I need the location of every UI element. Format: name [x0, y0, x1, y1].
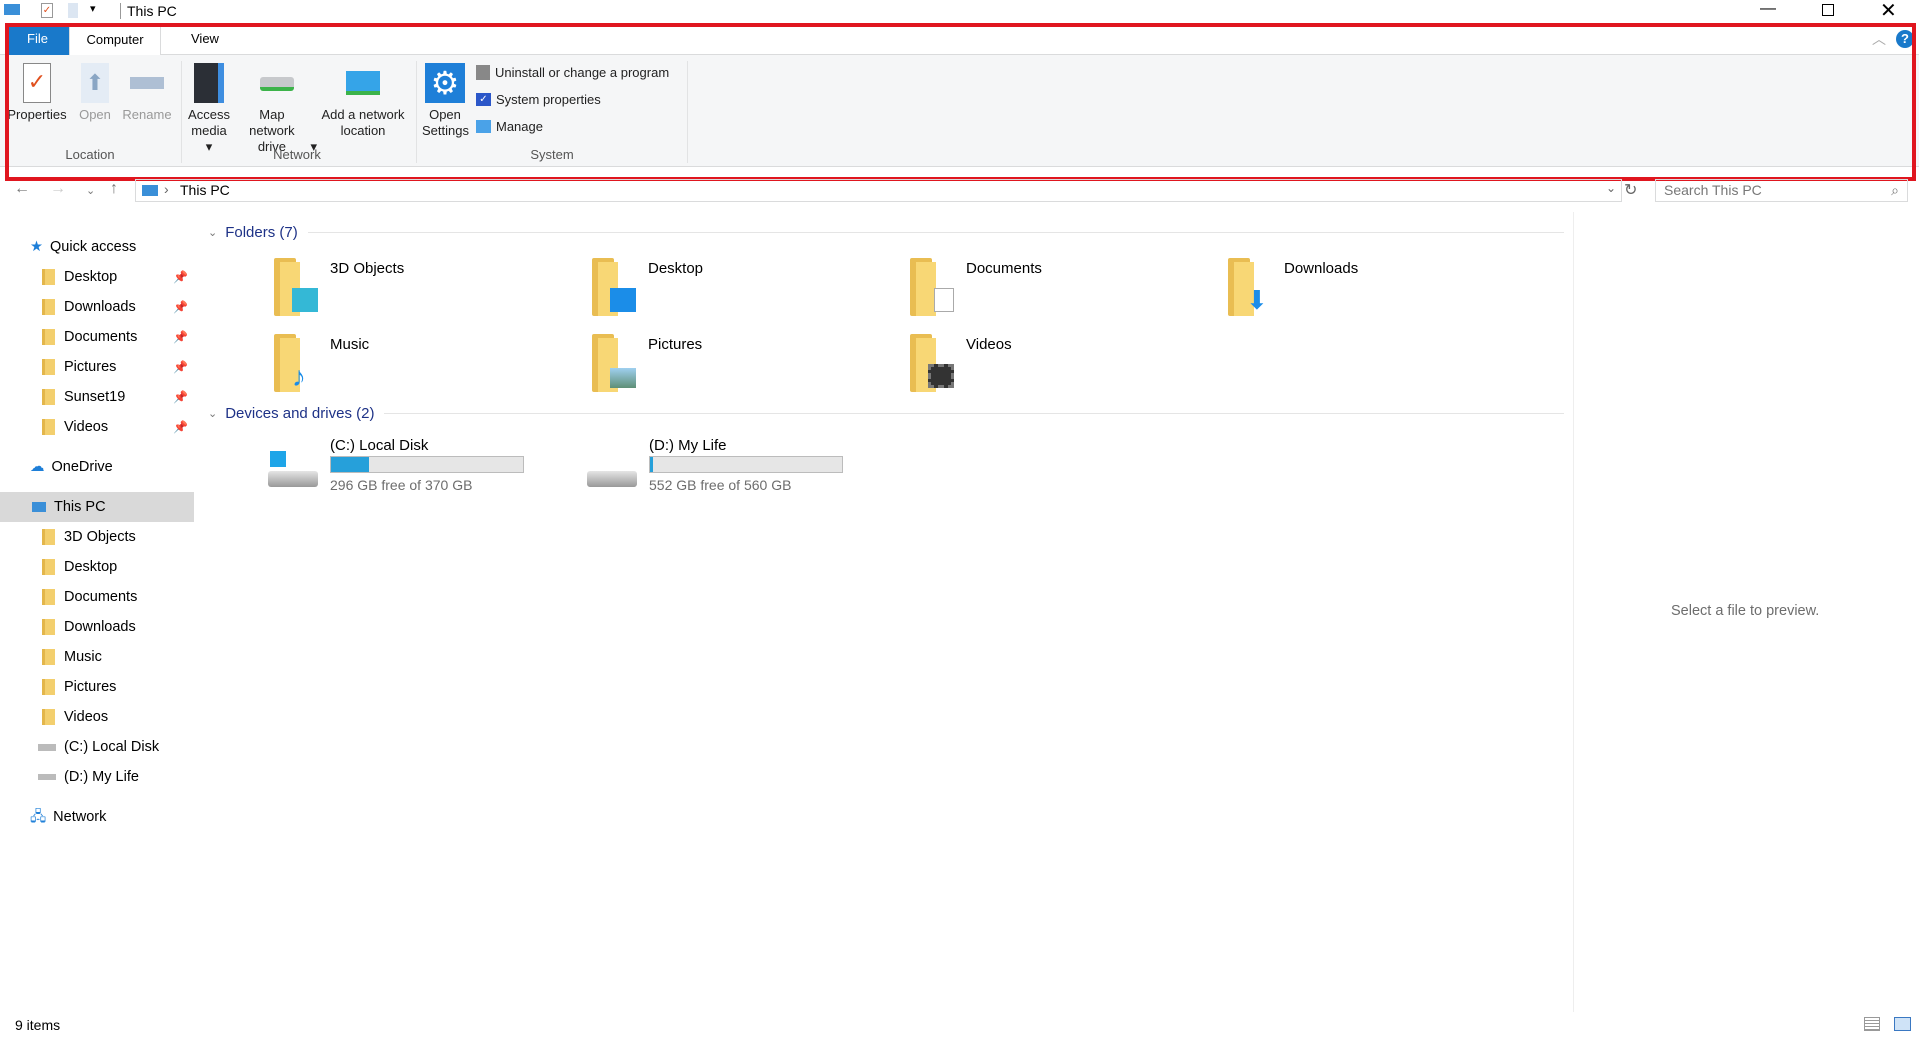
windows-drive-icon: [268, 451, 318, 489]
folder-icon: [42, 589, 55, 605]
folder-downloads[interactable]: ⬇ Downloads: [1228, 258, 1528, 328]
drive-c[interactable]: (C:) Local Disk 296 GB free of 370 GB: [268, 437, 568, 497]
drive-usage-fill: [331, 457, 370, 472]
search-icon: ⌕: [1891, 182, 1899, 198]
drive-icon: [38, 743, 56, 751]
folder-icon: [42, 299, 55, 315]
hard-drive-icon: [587, 471, 637, 487]
computer-icon: [32, 502, 46, 512]
folder-music-icon: ♪: [274, 334, 318, 392]
drive-d[interactable]: (D:) My Life 552 GB free of 560 GB: [587, 437, 887, 497]
up-button[interactable]: ↑: [110, 180, 118, 198]
close-button[interactable]: ✕: [1880, 0, 1897, 23]
folder-videos[interactable]: Videos: [910, 334, 1210, 404]
sidebar-item-downloads[interactable]: Downloads 📌: [0, 292, 194, 322]
address-dropdown-icon[interactable]: ⌄: [1606, 181, 1616, 195]
folder-icon: [42, 419, 55, 435]
folder-videos-icon: [910, 334, 954, 392]
sidebar-item-onedrive[interactable]: ☁ OneDrive: [0, 452, 194, 482]
address-bar[interactable]: › This PC ⌄: [135, 179, 1622, 202]
details-view-button[interactable]: [1864, 1017, 1880, 1031]
preview-pane-divider[interactable]: [1573, 212, 1574, 1012]
sidebar-item-videos[interactable]: Videos: [0, 702, 194, 732]
title-bar: ✓ ▾ This PC — ✕: [0, 0, 1919, 23]
new-folder-quick-icon[interactable]: [68, 3, 78, 18]
folder-icon: [42, 389, 55, 405]
sidebar-item-d-drive[interactable]: (D:) My Life: [0, 762, 194, 792]
folder-icon: [42, 559, 55, 575]
address-path[interactable]: This PC: [180, 182, 230, 198]
folder-documents-icon: [910, 258, 954, 316]
sidebar-item-this-pc[interactable]: This PC: [0, 492, 194, 522]
highlight-box: [5, 23, 1916, 181]
folder-icon: [42, 619, 55, 635]
pin-icon[interactable]: 📌: [173, 382, 188, 412]
recent-locations-button[interactable]: ⌄: [86, 184, 95, 197]
chevron-down-icon: ⌄: [208, 408, 218, 420]
folder-icon: [42, 709, 55, 725]
folder-documents[interactable]: Documents: [910, 258, 1210, 328]
preview-message: Select a file to preview.: [1671, 603, 1820, 619]
sidebar-item-downloads[interactable]: Downloads: [0, 612, 194, 642]
sidebar-item-quick-access[interactable]: ★ Quick access: [0, 232, 194, 262]
folder-icon: [42, 679, 55, 695]
this-pc-icon: [142, 185, 158, 196]
folder-icon: [42, 269, 55, 285]
this-pc-icon: [4, 4, 20, 15]
restore-button[interactable]: [1822, 4, 1834, 16]
properties-quick-icon[interactable]: ✓: [41, 3, 53, 18]
folder-3d-objects-icon: [274, 258, 318, 316]
sidebar-item-documents[interactable]: Documents 📌: [0, 322, 194, 352]
folder-downloads-icon: ⬇: [1228, 258, 1272, 316]
sidebar-item-desktop[interactable]: Desktop 📌: [0, 262, 194, 292]
folder-icon: [42, 329, 55, 345]
sidebar-item-sunset19[interactable]: Sunset19 📌: [0, 382, 194, 412]
drive-usage-fill: [650, 457, 653, 472]
back-button[interactable]: ←: [14, 180, 30, 198]
refresh-button[interactable]: ↻: [1624, 180, 1637, 200]
pin-icon[interactable]: 📌: [173, 292, 188, 322]
network-icon: 🖧: [30, 809, 47, 825]
divider: [384, 413, 1564, 414]
pin-icon[interactable]: 📌: [173, 412, 188, 442]
sidebar-item-3d-objects[interactable]: 3D Objects: [0, 522, 194, 552]
sidebar-item-pictures[interactable]: Pictures 📌: [0, 352, 194, 382]
drive-usage-bar: [330, 456, 524, 473]
sidebar-item-videos[interactable]: Videos 📌: [0, 412, 194, 442]
drives-group-header[interactable]: ⌄ Devices and drives (2): [208, 405, 1564, 422]
sidebar-item-desktop[interactable]: Desktop: [0, 552, 194, 582]
status-item-count: 9 items: [15, 1017, 61, 1033]
folder-music[interactable]: ♪ Music: [274, 334, 574, 404]
chevron-right-icon: ›: [164, 181, 169, 197]
chevron-down-icon: ⌄: [208, 227, 218, 239]
forward-button[interactable]: →: [50, 180, 66, 198]
folder-pictures-icon: [592, 334, 636, 392]
sidebar-item-music[interactable]: Music: [0, 642, 194, 672]
sidebar-item-c-drive[interactable]: (C:) Local Disk: [0, 732, 194, 762]
large-icons-view-button[interactable]: [1894, 1017, 1911, 1031]
sidebar-item-documents[interactable]: Documents: [0, 582, 194, 612]
folder-icon: [42, 529, 55, 545]
pin-icon[interactable]: 📌: [173, 352, 188, 382]
drive-icon: [38, 774, 56, 780]
drive-usage-bar: [649, 456, 843, 473]
customize-toolbar-icon[interactable]: ▾: [90, 2, 96, 15]
sidebar-item-pictures[interactable]: Pictures: [0, 672, 194, 702]
divider: [307, 232, 1564, 233]
sidebar-item-network[interactable]: 🖧 Network: [0, 802, 194, 832]
folders-group-header[interactable]: ⌄ Folders (7): [208, 224, 1564, 241]
folder-icon: [42, 649, 55, 665]
minimize-button[interactable]: —: [1760, 0, 1776, 18]
search-input[interactable]: Search This PC ⌕: [1655, 179, 1908, 202]
folder-icon: [42, 359, 55, 375]
pin-icon[interactable]: 📌: [173, 262, 188, 292]
window-title: This PC: [120, 3, 177, 19]
folder-desktop-icon: [592, 258, 636, 316]
folder-pictures[interactable]: Pictures: [592, 334, 892, 404]
folder-3d-objects[interactable]: 3D Objects: [274, 258, 574, 328]
star-icon: ★: [30, 239, 43, 255]
cloud-icon: ☁: [30, 459, 45, 475]
folder-desktop[interactable]: Desktop: [592, 258, 892, 328]
pin-icon[interactable]: 📌: [173, 322, 188, 352]
